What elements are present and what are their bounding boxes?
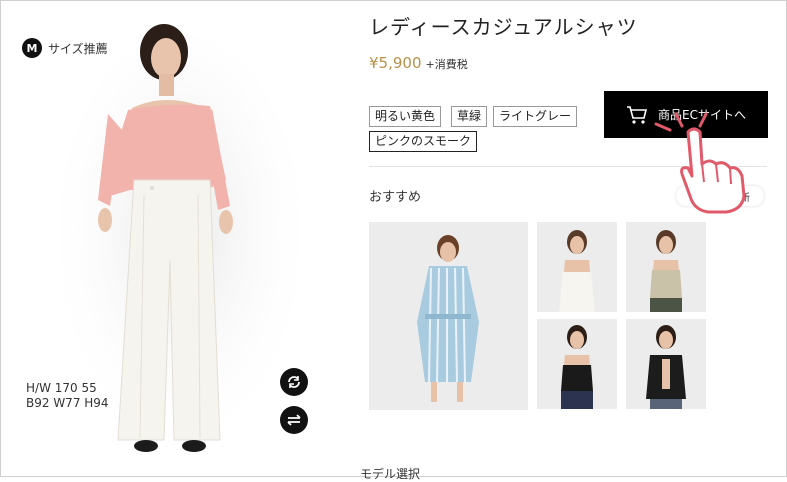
refresh-icon: ⟳: [718, 190, 727, 202]
striped-shirt-dress-image: [417, 235, 479, 402]
tax-note: +消費税: [425, 58, 468, 71]
white-camisole-image: [559, 230, 595, 312]
rotate-icon: [288, 376, 300, 388]
price-row: ¥5,900 +消費税: [369, 54, 468, 72]
khaki-camisole-image: [650, 230, 682, 312]
black-cardigan-image: [646, 325, 686, 409]
black-camisole-image: [561, 325, 593, 409]
bust-waist-hip: B92 W77 H94: [26, 396, 109, 410]
color-chip-light-gray[interactable]: ライトグレー: [493, 106, 578, 127]
color-chip-bright-yellow[interactable]: 明るい黄色: [369, 106, 442, 127]
rotate-model-button[interactable]: [280, 368, 308, 396]
recommend-item-4[interactable]: [537, 319, 617, 409]
go-to-store-button[interactable]: 商品ECサイトへ: [604, 91, 768, 138]
height-weight: H/W 170 55: [26, 381, 97, 395]
product-title: レディースカジュアルシャツ: [369, 15, 638, 39]
body-measurements: H/W 170 55 B92 W77 H94: [26, 381, 109, 411]
divider: [369, 166, 767, 167]
size-badge: M: [22, 38, 42, 58]
recommend-item-1[interactable]: [369, 222, 528, 410]
swap-button[interactable]: [280, 406, 308, 434]
refresh-label: 更新: [730, 192, 750, 204]
swap-icon: [287, 414, 301, 426]
model-select-label[interactable]: モデル選択: [360, 465, 420, 482]
color-chip-grass-green[interactable]: 草緑: [451, 106, 488, 127]
recommend-item-2[interactable]: [537, 222, 617, 312]
recommend-heading: おすすめ: [369, 190, 422, 205]
product-price: ¥5,900: [369, 54, 422, 72]
cart-icon: [627, 105, 648, 124]
recommend-item-3[interactable]: [626, 222, 706, 312]
refresh-button[interactable]: ⟳ 更新: [676, 186, 764, 206]
cart-button-label: 商品ECサイトへ: [658, 108, 746, 122]
recommend-item-5[interactable]: [626, 319, 706, 409]
color-chip-smoke-pink[interactable]: ピンクのスモーク: [369, 131, 478, 152]
